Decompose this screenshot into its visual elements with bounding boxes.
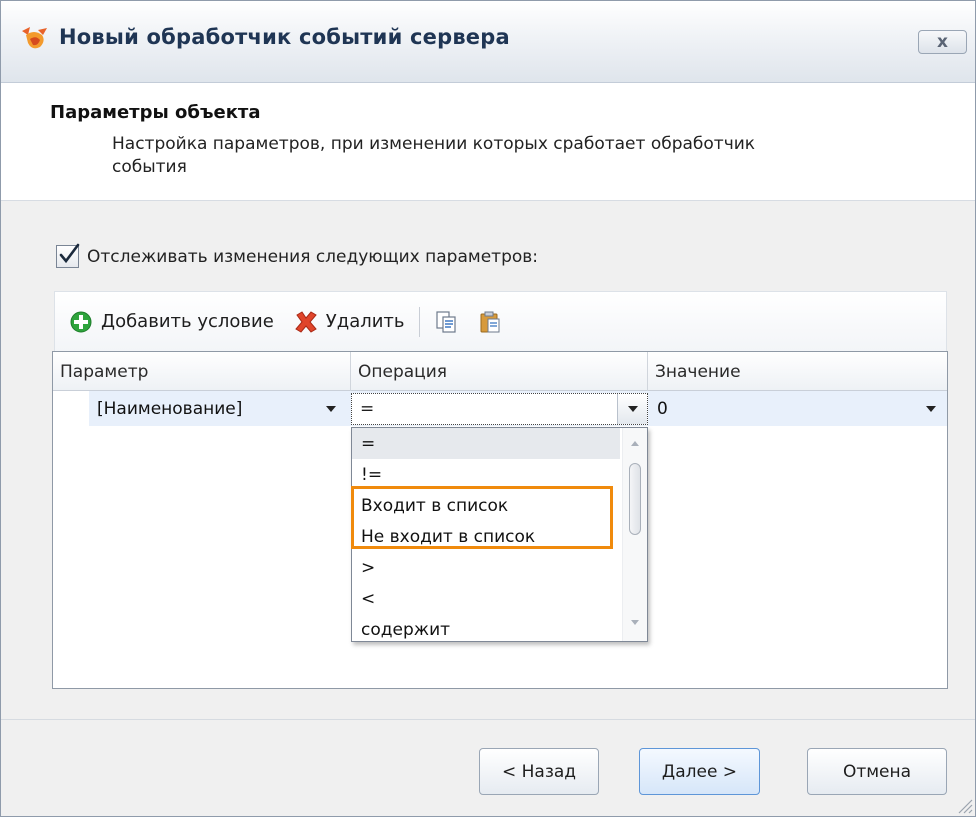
app-logo-icon bbox=[22, 27, 47, 49]
parameter-dropdown-arrow-icon[interactable] bbox=[326, 406, 336, 412]
window-title: Новый обработчик событий сервера bbox=[59, 25, 510, 49]
close-button[interactable]: x bbox=[918, 30, 967, 54]
operation-value: = bbox=[360, 399, 375, 419]
page-title: Параметры объекта bbox=[50, 102, 261, 123]
scroll-up-icon[interactable] bbox=[631, 441, 639, 446]
delete-label: Удалить bbox=[325, 311, 405, 332]
list-item[interactable]: > bbox=[352, 552, 620, 583]
add-condition-label: Добавить условие bbox=[101, 311, 274, 332]
add-condition-button[interactable]: Добавить условие bbox=[69, 310, 274, 334]
cancel-button[interactable]: Отмена bbox=[807, 748, 947, 795]
list-item[interactable]: = bbox=[352, 428, 620, 459]
add-circle-icon bbox=[70, 311, 92, 332]
page-subtitle: Настройка параметров, при изменении кото… bbox=[112, 134, 756, 177]
list-item[interactable]: содержит bbox=[352, 614, 620, 641]
checkmark-icon bbox=[59, 243, 80, 264]
operation-select[interactable]: = bbox=[351, 393, 648, 425]
list-item[interactable]: < bbox=[352, 583, 620, 614]
next-button[interactable]: Далее > bbox=[639, 748, 760, 795]
conditions-toolbar: Добавить условие Удалить bbox=[54, 291, 947, 351]
track-changes-checkbox-row[interactable]: Отслеживать изменения следующих параметр… bbox=[56, 243, 539, 268]
value-cell[interactable]: 0 bbox=[651, 391, 947, 426]
parameter-cell[interactable]: [Наименование] bbox=[89, 391, 351, 426]
track-changes-label: Отслеживать изменения следующих параметр… bbox=[87, 246, 539, 267]
operation-dropdown-button[interactable] bbox=[617, 394, 647, 424]
list-item[interactable]: != bbox=[352, 459, 620, 490]
resize-grip-icon[interactable] bbox=[955, 796, 973, 814]
parameter-value: [Наименование] bbox=[97, 398, 243, 419]
footer-divider bbox=[1, 719, 975, 720]
list-item[interactable]: Входит в список bbox=[352, 490, 620, 521]
list-item[interactable]: Не входит в список bbox=[352, 521, 620, 552]
scroll-down-icon[interactable] bbox=[631, 620, 639, 625]
column-header-parameter[interactable]: Параметр bbox=[53, 352, 351, 391]
dialog-window: Новый обработчик событий сервера x Парам… bbox=[0, 0, 976, 817]
scrollbar-thumb[interactable] bbox=[629, 463, 641, 535]
track-changes-checkbox[interactable] bbox=[56, 243, 80, 268]
dropdown-scrollbar[interactable] bbox=[622, 428, 647, 641]
value-text: 0 bbox=[657, 398, 668, 419]
back-button[interactable]: < Назад bbox=[479, 748, 599, 795]
column-header-value[interactable]: Значение bbox=[648, 352, 947, 391]
paste-button[interactable] bbox=[478, 310, 510, 334]
column-header-operation[interactable]: Операция bbox=[351, 352, 648, 391]
wizard-header: Параметры объекта Настройка параметров, … bbox=[1, 83, 975, 201]
title-bar[interactable]: Новый обработчик событий сервера x bbox=[1, 1, 975, 83]
delete-x-icon bbox=[295, 310, 317, 333]
copy-icon bbox=[435, 310, 456, 333]
operation-dropdown-list: = != Входит в список Не входит в список … bbox=[351, 427, 648, 642]
grid-header: Параметр Операция Значение bbox=[53, 352, 947, 391]
toolbar-separator bbox=[418, 306, 420, 337]
chevron-down-icon bbox=[628, 406, 638, 412]
table-row[interactable]: [Наименование] = 0 bbox=[89, 391, 947, 426]
value-dropdown-arrow-icon[interactable] bbox=[926, 406, 936, 412]
delete-button[interactable]: Удалить bbox=[294, 310, 405, 334]
copy-button[interactable] bbox=[434, 310, 466, 334]
paste-icon bbox=[480, 311, 500, 332]
